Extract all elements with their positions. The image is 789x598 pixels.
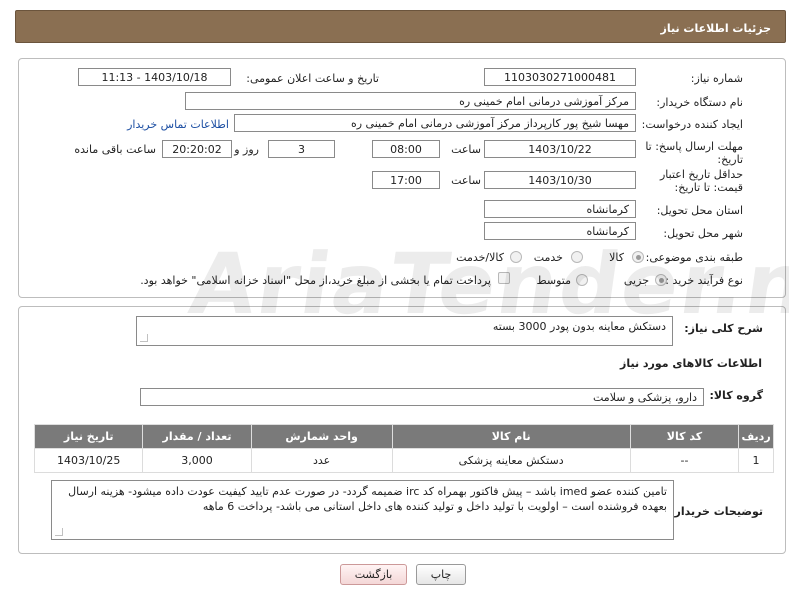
validity-date-field[interactable]: 1403/10/30	[484, 171, 636, 189]
buyer-notes-text: تامین کننده عضو imed باشد – پیش فاکتور ب…	[68, 485, 667, 513]
announce-date-label: تاریخ و ساعت اعلان عمومی:	[246, 72, 379, 85]
cell-quantity: 3,000	[142, 448, 252, 473]
validity-time-label: ساعت	[451, 174, 481, 187]
col-need-date: تاریخ نیاز	[33, 424, 144, 449]
days-label: روز و	[234, 143, 259, 156]
back-button[interactable]: بازگشت	[340, 564, 407, 585]
reply-time-label: ساعت	[451, 143, 481, 156]
category-goods-service-label: کالا/خدمت	[456, 251, 504, 264]
category-label: طبقه بندی موضوعی:	[645, 251, 743, 264]
col-code: کد کالا	[629, 424, 740, 449]
creator-field[interactable]: مهسا شیخ پور کارپرداز مرکز آموزشی درمانی…	[234, 114, 636, 132]
col-name: نام کالا	[391, 424, 631, 449]
page-header: جزئیات اطلاعات نیاز	[15, 10, 786, 43]
price-validity-label: حداقل تاریخ اعتبار قیمت: تا تاریخ:	[633, 168, 743, 194]
reply-deadline-label: مهلت ارسال پاسخ: تا تاریخ:	[643, 140, 743, 166]
table-row[interactable]: 1 -- دستکش معاینه پزشکی عدد 3,000 1403/1…	[33, 448, 774, 473]
need-number-label: شماره نیاز:	[690, 72, 743, 85]
buyer-org-field[interactable]: مرکز آموزشی درمانی امام خمینی ره	[185, 92, 636, 110]
category-service-label: خدمت	[533, 251, 563, 264]
category-goods-service-radio[interactable]	[510, 251, 522, 263]
resize-grip-icon[interactable]	[140, 334, 148, 342]
remaining-time-field[interactable]: 20:20:02	[162, 140, 232, 158]
category-goods-radio[interactable]	[632, 251, 644, 263]
col-quantity: تعداد / مقدار	[142, 424, 252, 449]
city-field[interactable]: کرمانشاه	[484, 222, 636, 240]
col-unit: واحد شمارش	[250, 424, 393, 449]
buyer-contact-link[interactable]: اطلاعات تماس خریدار	[127, 118, 229, 131]
goods-table: ردیف کد کالا نام کالا واحد شمارش تعداد /…	[33, 424, 774, 473]
buyer-notes-textarea[interactable]: تامین کننده عضو imed باشد – پیش فاکتور ب…	[51, 480, 674, 540]
treasury-payment-note: پرداخت تمام یا بخشی از مبلغ خرید،از محل …	[140, 274, 491, 287]
city-label: شهر محل تحویل:	[663, 227, 743, 240]
reply-time-field[interactable]: 08:00	[372, 140, 440, 158]
col-row: ردیف	[738, 424, 774, 449]
process-medium-radio[interactable]	[576, 274, 588, 286]
price-validity-text: حداقل تاریخ اعتبار قیمت: تا تاریخ:	[659, 168, 743, 194]
category-goods-label: کالا	[609, 251, 624, 264]
cell-unit: عدد	[250, 448, 393, 473]
remaining-label: ساعت باقی مانده	[74, 143, 156, 156]
province-field[interactable]: کرمانشاه	[484, 200, 636, 218]
province-label: استان محل تحویل:	[656, 204, 743, 217]
description-text: دستکش معاینه بدون پودر 3000 بسته	[492, 320, 666, 333]
buyer-notes-label: توضیحات خریدار:	[670, 505, 763, 518]
treasury-payment-checkbox[interactable]	[498, 272, 510, 284]
days-field[interactable]: 3	[268, 140, 335, 158]
process-label: نوع فرآیند خرید :	[665, 274, 743, 287]
validity-time-field[interactable]: 17:00	[372, 171, 440, 189]
cell-need-date: 1403/10/25	[33, 448, 144, 473]
process-minor-label: جزیی	[623, 274, 649, 287]
resize-grip-icon[interactable]	[55, 528, 63, 536]
description-textarea[interactable]: دستکش معاینه بدون پودر 3000 بسته	[136, 316, 673, 346]
cell-name: دستکش معاینه پزشکی	[391, 448, 631, 473]
process-minor-radio[interactable]	[655, 274, 667, 286]
creator-label: ایجاد کننده درخواست:	[641, 118, 743, 131]
category-service-radio[interactable]	[571, 251, 583, 263]
buyer-org-label: نام دستگاه خریدار:	[656, 96, 743, 109]
announce-date-field[interactable]: 1403/10/18 - 11:13	[78, 68, 231, 86]
goods-info-title: اطلاعات کالاهای مورد نیاز	[620, 357, 762, 370]
description-label: شرح کلی نیاز:	[684, 322, 763, 335]
process-medium-label: متوسط	[536, 274, 571, 287]
reply-deadline-text: مهلت ارسال پاسخ: تا تاریخ:	[645, 140, 743, 166]
cell-row: 1	[738, 448, 774, 473]
print-button[interactable]: چاپ	[416, 564, 466, 585]
need-number-field[interactable]: 1103030271000481	[484, 68, 636, 86]
page-title: جزئیات اطلاعات نیاز	[660, 22, 772, 35]
goods-table-header: ردیف کد کالا نام کالا واحد شمارش تعداد /…	[33, 424, 774, 449]
goods-group-field[interactable]: دارو، پزشکی و سلامت	[140, 388, 704, 406]
goods-group-label: گروه کالا:	[709, 389, 763, 402]
reply-date-field[interactable]: 1403/10/22	[484, 140, 636, 158]
cell-code: --	[629, 448, 740, 473]
